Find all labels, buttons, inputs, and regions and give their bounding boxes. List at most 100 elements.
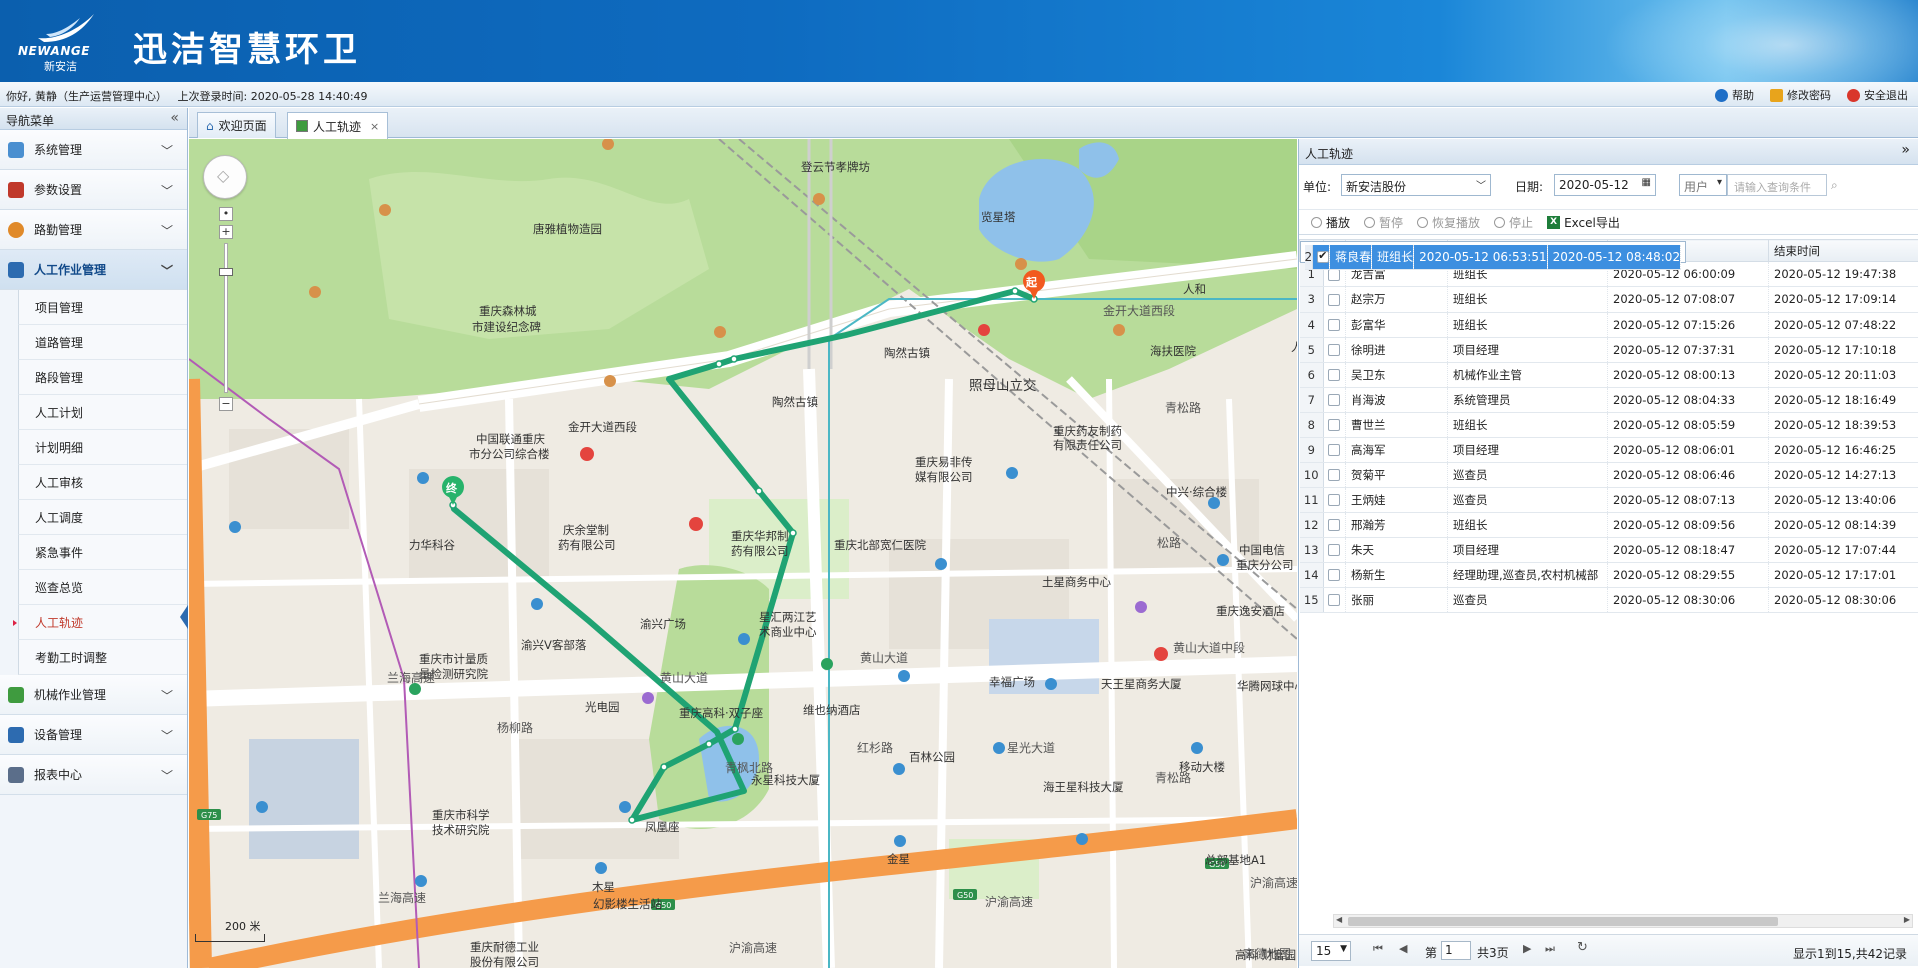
table-row[interactable]: 14 杨新生 经理助理,巡查员,农村机械部 2020-05-12 08:29:55 20… <box>1299 562 1918 588</box>
page-number-input[interactable]: 1 <box>1441 941 1471 960</box>
zoom-slider-track[interactable] <box>224 243 228 393</box>
next-page-icon[interactable]: ▶ <box>1523 942 1531 955</box>
last-page-icon[interactable]: ⏭ <box>1545 942 1555 956</box>
sidebar-subitem[interactable]: 考勤工时调整 <box>18 640 187 675</box>
tab-welcome[interactable]: ⌂ 欢迎页面 <box>197 112 276 138</box>
row-checkbox[interactable] <box>1328 444 1340 456</box>
collapse-panel-icon[interactable]: » <box>1901 142 1910 158</box>
pause-button[interactable]: 暂停 <box>1364 214 1403 231</box>
close-tab-icon[interactable]: × <box>370 120 379 133</box>
scrollbar-thumb[interactable] <box>1348 917 1778 926</box>
row-checkbox[interactable] <box>1317 249 1329 264</box>
sidebar-subitem[interactable]: 人工调度 <box>18 500 187 535</box>
table-row[interactable]: 8 曹世兰 班组长 2020-05-12 08:05:59 2020-05-12 18:… <box>1299 412 1918 438</box>
cell-role: 机械作业主管 <box>1447 362 1608 388</box>
scroll-right-icon[interactable]: ▶ <box>1904 915 1910 924</box>
change-password-link[interactable]: 修改密码 <box>1770 87 1831 103</box>
sidebar-subitem[interactable]: 紧急事件 <box>18 535 187 570</box>
resume-button[interactable]: 恢复播放 <box>1417 214 1480 231</box>
locate-icon[interactable]: • <box>219 207 233 221</box>
map-poi-label: 市建设纪念碑 <box>472 320 541 334</box>
menu-group-label: 设备管理 <box>34 728 83 742</box>
row-checkbox[interactable] <box>1328 344 1340 356</box>
first-page-icon[interactable]: ⏮ <box>1373 942 1383 956</box>
row-checkbox[interactable] <box>1328 319 1340 331</box>
cell-user: 徐明进 <box>1345 337 1448 363</box>
refresh-icon[interactable]: ↻ <box>1577 940 1588 955</box>
row-checkbox[interactable] <box>1328 544 1340 556</box>
help-link[interactable]: 帮助 <box>1715 87 1754 103</box>
zoom-in-button[interactable]: + <box>219 225 233 239</box>
tab-manual-track[interactable]: 人工轨迹 × <box>287 112 389 139</box>
sidebar-subitem[interactable]: 人工轨迹 <box>13 605 188 640</box>
row-checkbox[interactable] <box>1328 369 1340 381</box>
map-road-label: 青松路 <box>1165 401 1202 415</box>
zoom-slider-thumb[interactable] <box>219 268 233 276</box>
row-checkbox[interactable] <box>1328 293 1340 306</box>
zoom-out-button[interactable]: − <box>219 397 233 411</box>
search-type-select[interactable]: 用户 ▾ <box>1679 174 1727 196</box>
track-map[interactable]: G50 G50 G50 G75 登云节孝牌坊 览星塔 唐雅植物造园 重庆森林城 … <box>189 139 1297 968</box>
menu-group-reports[interactable]: 报表中心 ﹀ <box>0 755 187 795</box>
sidebar-subitem[interactable]: 计划明细 <box>18 430 187 465</box>
map-road-label: 兰海高速 <box>387 671 436 685</box>
row-checkbox[interactable] <box>1328 494 1340 506</box>
sidebar-subitem[interactable]: 人工计划 <box>18 395 187 430</box>
record-count: 显示1到15,共42记录 <box>1793 947 1907 961</box>
chevron-down-icon: ▾ <box>1716 177 1722 188</box>
calendar-icon[interactable]: ▦ <box>1642 177 1651 188</box>
table-row[interactable]: 5 徐明进 项目经理 2020-05-12 07:37:31 2020-05-12 17… <box>1299 337 1918 363</box>
sidebar-subitem[interactable]: 路段管理 <box>18 360 187 395</box>
row-checkbox[interactable] <box>1328 268 1340 281</box>
filter-row: 单位: 新安洁股份 ﹀ 日期: 2020-05-12 ▦ 用户 ▾ 请输入查询条… <box>1299 173 1918 199</box>
table-row[interactable]: 9 高海军 项目经理 2020-05-12 08:06:01 2020-05-12 16… <box>1299 437 1918 463</box>
map-poi-label: 重庆分公司 <box>1236 558 1294 572</box>
row-checkbox[interactable] <box>1328 594 1340 606</box>
row-checkbox[interactable] <box>1328 469 1340 481</box>
column-header-end[interactable]: 结束时间 <box>1768 239 1918 262</box>
play-button[interactable]: 播放 <box>1311 214 1350 231</box>
table-row[interactable]: 7 肖海波 系统管理员 2020-05-12 08:04:33 2020-05-12 1… <box>1299 387 1918 413</box>
menu-group-road-duty[interactable]: 路勤管理 ﹀ <box>0 210 187 250</box>
collapse-sidebar-icon[interactable]: « <box>170 110 179 126</box>
menu-group-manual-work[interactable]: 人工作业管理 ﹀ <box>0 250 187 290</box>
menu-group-system[interactable]: 系统管理 ﹀ <box>0 130 187 170</box>
menu-group-equipment[interactable]: 设备管理 ﹀ <box>0 715 187 755</box>
sidebar-subitem[interactable]: 道路管理 <box>18 325 187 360</box>
end-marker-label: 终 <box>446 482 457 495</box>
prev-page-icon[interactable]: ◀ <box>1399 942 1407 955</box>
table-row[interactable]: 13 朱天 项目经理 2020-05-12 08:18:47 2020-05-12 17… <box>1299 537 1918 563</box>
table-row[interactable]: 10 贺菊平 巡查员 2020-05-12 08:06:46 2020-05-12 14… <box>1299 462 1918 488</box>
row-checkbox[interactable] <box>1328 394 1340 406</box>
page-size-select[interactable]: 15 ▼ <box>1311 941 1351 961</box>
table-row[interactable]: 11 王炳娃 巡查员 2020-05-12 08:07:13 2020-05-12 13… <box>1299 487 1918 513</box>
user-track-table: 用户 角色 开始时间 结束时间 1龙吉富班组长2020-05-12 06:00:… <box>1299 239 1918 613</box>
chevron-down-icon: ﹀ <box>160 224 173 238</box>
horizontal-scrollbar[interactable]: ◀ ▶ <box>1333 914 1913 928</box>
unit-select[interactable]: 新安洁股份 ﹀ <box>1341 174 1491 196</box>
cell-role: 项目经理 <box>1447 537 1608 563</box>
excel-export-button[interactable]: X Excel导出 <box>1547 214 1620 231</box>
menu-group-machine-work[interactable]: 机械作业管理 ﹀ <box>0 675 187 715</box>
search-input[interactable]: 请输入查询条件 <box>1727 174 1827 196</box>
pan-control[interactable] <box>203 155 247 199</box>
table-row[interactable]: 15 张丽 巡查员 2020-05-12 08:30:06 2020-05-12 08:… <box>1299 587 1918 613</box>
table-row[interactable]: 6 吴卫东 机械作业主管 2020-05-12 08:00:13 2020-05-12 … <box>1299 362 1918 388</box>
row-checkbox[interactable] <box>1328 519 1340 531</box>
date-input[interactable]: 2020-05-12 ▦ <box>1554 174 1656 196</box>
cell-start-time: 2020-05-12 08:00:13 <box>1607 362 1769 388</box>
table-row[interactable]: 12 邢瀚芳 班组长 2020-05-12 08:09:56 2020-05-12 08… <box>1299 512 1918 538</box>
row-checkbox[interactable] <box>1328 419 1340 431</box>
sidebar-subitem[interactable]: 人工审核 <box>18 465 187 500</box>
table-row[interactable]: 2 蒋良春班组长2020-05-12 06:53:512020-05-12 08:… <box>1299 240 1687 270</box>
table-row[interactable]: 3 赵宗万 班组长 2020-05-12 07:08:07 2020-05-12 17:… <box>1299 287 1918 313</box>
table-row[interactable]: 4 彭富华 班组长 2020-05-12 07:15:26 2020-05-12 07:… <box>1299 312 1918 338</box>
menu-group-params[interactable]: 参数设置 ﹀ <box>0 170 187 210</box>
scroll-left-icon[interactable]: ◀ <box>1336 915 1342 924</box>
sidebar-subitem[interactable]: 巡查总览 <box>18 570 187 605</box>
logout-link[interactable]: 安全退出 <box>1847 87 1908 103</box>
sidebar-subitem[interactable]: 项目管理 <box>18 290 187 325</box>
search-icon[interactable]: ⌕ <box>1831 178 1838 193</box>
stop-button[interactable]: 停止 <box>1494 214 1533 231</box>
row-checkbox[interactable] <box>1328 569 1340 581</box>
